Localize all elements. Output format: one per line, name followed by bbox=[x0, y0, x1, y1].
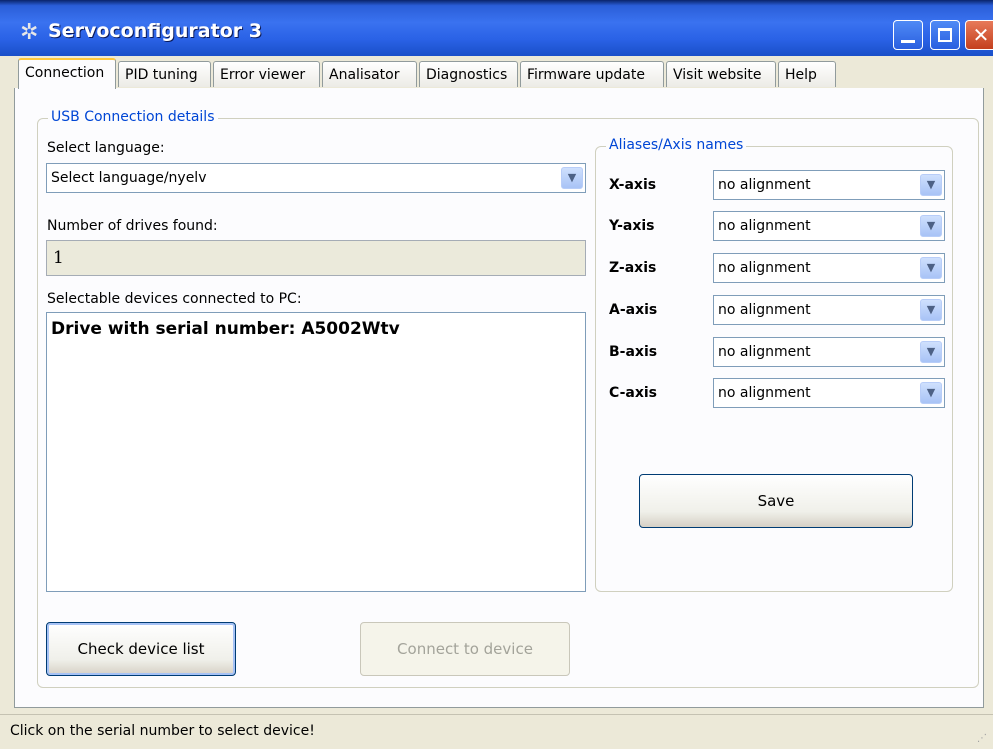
devices-label: Selectable devices connected to PC: bbox=[47, 291, 302, 307]
tab-visit-website[interactable]: Visit website bbox=[666, 61, 776, 87]
c-axis-select-value: no alignment bbox=[718, 385, 811, 401]
a-axis-label: A-axis bbox=[609, 302, 658, 318]
x-axis-select[interactable]: no alignment ▼ bbox=[713, 170, 945, 200]
connection-panel: USB Connection details Select language: … bbox=[14, 88, 984, 708]
y-axis-select[interactable]: no alignment ▼ bbox=[713, 211, 945, 241]
chevron-down-icon[interactable]: ▼ bbox=[920, 257, 942, 279]
aliases-legend: Aliases/Axis names bbox=[606, 137, 747, 153]
b-axis-select-value: no alignment bbox=[718, 344, 811, 360]
maximize-button[interactable] bbox=[930, 20, 960, 50]
window-title: Servoconfigurator 3 bbox=[48, 20, 262, 42]
chevron-down-icon[interactable]: ▼ bbox=[920, 174, 942, 196]
close-button[interactable]: ✕ bbox=[965, 20, 993, 50]
chevron-down-icon[interactable]: ▼ bbox=[920, 382, 942, 404]
list-item[interactable]: Drive with serial number: A5002Wtv bbox=[51, 319, 400, 339]
drives-found-label: Number of drives found: bbox=[47, 218, 218, 234]
c-axis-label: C-axis bbox=[609, 385, 658, 401]
z-axis-label: Z-axis bbox=[609, 260, 657, 276]
save-button[interactable]: Save bbox=[639, 474, 913, 528]
usb-connection-legend: USB Connection details bbox=[48, 109, 218, 125]
tab-bar: Connection PID tuning Error viewer Anali… bbox=[14, 58, 984, 89]
title-bar[interactable]: ✲ Servoconfigurator 3 ✕ bbox=[0, 0, 993, 56]
drives-found-value: 1 bbox=[53, 248, 64, 268]
y-axis-select-value: no alignment bbox=[718, 218, 811, 234]
a-axis-select-value: no alignment bbox=[718, 302, 811, 318]
chevron-down-icon[interactable]: ▼ bbox=[920, 299, 942, 321]
z-axis-select[interactable]: no alignment ▼ bbox=[713, 253, 945, 283]
tab-error-viewer[interactable]: Error viewer bbox=[213, 61, 320, 87]
tab-firmware-update[interactable]: Firmware update bbox=[520, 61, 664, 87]
connect-to-device-button[interactable]: Connect to device bbox=[360, 622, 570, 676]
resize-grip-icon[interactable]: ⋰ bbox=[977, 733, 989, 745]
language-select[interactable]: Select language/nyelv ▼ bbox=[46, 163, 586, 193]
drives-found-field: 1 bbox=[46, 240, 586, 276]
c-axis-select[interactable]: no alignment ▼ bbox=[713, 378, 945, 408]
close-icon: ✕ bbox=[972, 23, 990, 47]
tab-diagnostics[interactable]: Diagnostics bbox=[419, 61, 518, 87]
y-axis-label: Y-axis bbox=[609, 218, 655, 234]
language-select-value: Select language/nyelv bbox=[51, 170, 207, 186]
devices-listbox[interactable]: Drive with serial number: A5002Wtv bbox=[46, 312, 586, 592]
z-axis-select-value: no alignment bbox=[718, 260, 811, 276]
tab-pid-tuning[interactable]: PID tuning bbox=[118, 61, 211, 87]
maximize-icon bbox=[938, 28, 952, 42]
a-axis-select[interactable]: no alignment ▼ bbox=[713, 295, 945, 325]
status-text: Click on the serial number to select dev… bbox=[10, 723, 315, 739]
minimize-icon bbox=[901, 40, 915, 43]
language-label: Select language: bbox=[47, 140, 165, 156]
x-axis-label: X-axis bbox=[609, 177, 657, 193]
status-bar: Click on the serial number to select dev… bbox=[0, 714, 993, 749]
b-axis-select[interactable]: no alignment ▼ bbox=[713, 337, 945, 367]
chevron-down-icon[interactable]: ▼ bbox=[920, 341, 942, 363]
check-device-list-button[interactable]: Check device list bbox=[46, 622, 236, 676]
app-gear-icon: ✲ bbox=[20, 20, 39, 45]
chevron-down-icon[interactable]: ▼ bbox=[561, 167, 583, 189]
b-axis-label: B-axis bbox=[609, 344, 658, 360]
minimize-button[interactable] bbox=[893, 20, 923, 50]
tab-help[interactable]: Help bbox=[778, 61, 836, 87]
x-axis-select-value: no alignment bbox=[718, 177, 811, 193]
tab-analisator[interactable]: Analisator bbox=[322, 61, 417, 87]
tab-connection[interactable]: Connection bbox=[18, 58, 116, 89]
chevron-down-icon[interactable]: ▼ bbox=[920, 215, 942, 237]
